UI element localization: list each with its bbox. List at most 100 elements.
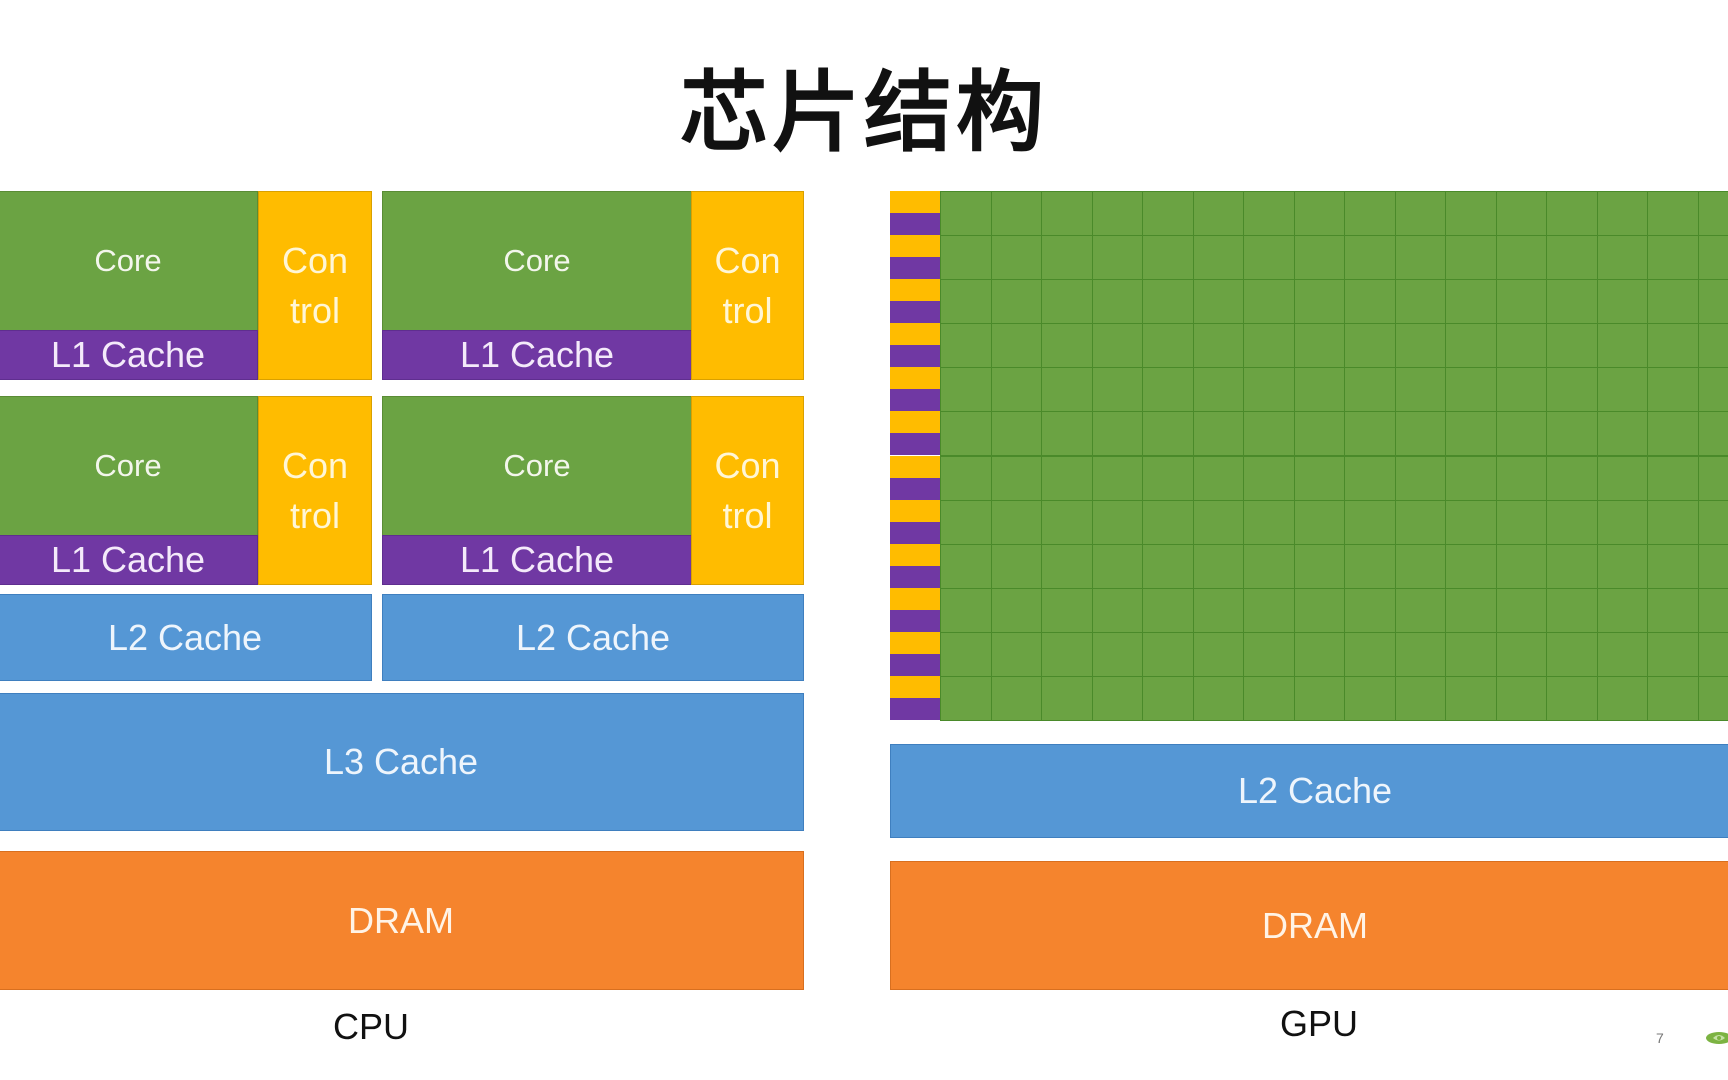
- gpu-core-cell: [990, 323, 1042, 369]
- gpu-core-cell: [1192, 675, 1244, 721]
- gpu-core-cell: [1495, 235, 1547, 281]
- gpu-core-cell: [1243, 367, 1295, 413]
- gpu-core-cell: [1041, 543, 1093, 589]
- gpu-core-cell: [1192, 631, 1244, 677]
- gpu-l1-cache-stripe: [890, 389, 940, 412]
- gpu-core-cell: [1192, 367, 1244, 413]
- gpu-l1-cache-stripe: [890, 433, 940, 456]
- gpu-core-cell: [1243, 499, 1295, 545]
- control-label-bottom: trol: [722, 494, 773, 536]
- gpu-core-cell: [1647, 367, 1699, 413]
- gpu-core-cell: [1192, 587, 1244, 633]
- gpu-core-cell: [1647, 279, 1699, 325]
- gpu-core-cell: [1445, 499, 1497, 545]
- gpu-core-cell: [1293, 191, 1345, 237]
- gpu-control-stripe: [890, 411, 940, 434]
- gpu-core-cell: [1647, 587, 1699, 633]
- gpu-core-cell: [1596, 411, 1648, 457]
- cpu-caption: CPU: [332, 1006, 409, 1047]
- gpu-core-cell: [1697, 367, 1728, 413]
- gpu-core-cell: [1596, 499, 1648, 545]
- gpu-core-cell: [1091, 323, 1143, 369]
- gpu-core-cell: [1091, 411, 1143, 457]
- gpu-core-cell: [1495, 499, 1547, 545]
- gpu-core-cell: [1243, 587, 1295, 633]
- gpu-core-cell: [940, 323, 992, 369]
- gpu-core-cell: [1091, 675, 1143, 721]
- gpu-core-cell: [1647, 543, 1699, 589]
- gpu-core-cell: [1697, 279, 1728, 325]
- gpu-control-stripe: [890, 323, 940, 346]
- cpu-dram: DRAM: [0, 851, 804, 990]
- gpu-core-cell: [1445, 235, 1497, 281]
- gpu-core-cell: [1091, 499, 1143, 545]
- gpu-core-cell: [1142, 675, 1194, 721]
- gpu-core-cell: [990, 675, 1042, 721]
- gpu-core-cell: [1293, 587, 1345, 633]
- gpu-core-cell: [1344, 411, 1396, 457]
- gpu-core-cell: [1142, 323, 1194, 369]
- gpu-core-cell: [1445, 279, 1497, 325]
- gpu-core-cell: [1293, 455, 1345, 501]
- cpu-l3-cache: L3 Cache: [0, 693, 804, 831]
- gpu-core-cell: [1697, 631, 1728, 677]
- gpu-core-cell: [1647, 455, 1699, 501]
- gpu-core-cell: [1546, 631, 1598, 677]
- gpu-core-cell: [1546, 587, 1598, 633]
- gpu-core-cell: [1344, 367, 1396, 413]
- gpu-control-stripe: [890, 367, 940, 390]
- gpu-core-cell: [1546, 191, 1598, 237]
- gpu-core-cell: [1596, 367, 1648, 413]
- gpu-core-cell: [990, 631, 1042, 677]
- gpu-l1-cache-stripe: [890, 697, 940, 720]
- cpu-control: Con trol: [691, 191, 804, 380]
- slide-title: 芯片结构: [679, 61, 1048, 164]
- cpu-l1-cache: L1 Cache: [0, 330, 258, 380]
- gpu-core-cell: [1243, 675, 1295, 721]
- gpu-core-cell: [990, 367, 1042, 413]
- gpu-core-cell: [940, 367, 992, 413]
- gpu-core-cell: [1495, 631, 1547, 677]
- gpu-core-cell: [940, 631, 992, 677]
- control-label-top: Con: [281, 239, 349, 281]
- control-label-bottom: trol: [289, 289, 340, 331]
- gpu-l2-cache: L2 Cache: [890, 744, 1728, 838]
- gpu-core-cell: [1394, 675, 1446, 721]
- gpu-core-cell: [1546, 543, 1598, 589]
- page-number: 7: [1656, 1030, 1664, 1046]
- gpu-core-cell: [1495, 411, 1547, 457]
- gpu-core-cell: [1596, 587, 1648, 633]
- gpu-core-cell: [990, 235, 1042, 281]
- gpu-core-cell: [1596, 279, 1648, 325]
- gpu-core-cell: [940, 191, 992, 237]
- gpu-core-cell: [1647, 235, 1699, 281]
- gpu-core-cell: [1293, 499, 1345, 545]
- gpu-core-cell: [1394, 191, 1446, 237]
- gpu-core-cell: [1091, 631, 1143, 677]
- gpu-core-cell: [1091, 367, 1143, 413]
- gpu-core-cell: [1445, 191, 1497, 237]
- gpu-core-cell: [1041, 675, 1093, 721]
- gpu-core-cell: [1495, 323, 1547, 369]
- gpu-core-cell: [990, 191, 1042, 237]
- gpu-core-cell: [1243, 279, 1295, 325]
- gpu-core-cell: [1394, 543, 1446, 589]
- gpu-l1-cache-stripe: [890, 521, 940, 544]
- gpu-core-cell: [1546, 367, 1598, 413]
- gpu-core-cell: [1192, 279, 1244, 325]
- control-label-bottom: trol: [289, 494, 340, 536]
- gpu-core-cell: [1596, 323, 1648, 369]
- gpu-l1-cache-stripe: [890, 477, 940, 500]
- gpu-core-cell: [1697, 587, 1728, 633]
- gpu-core-cell: [1344, 675, 1396, 721]
- gpu-control-stripe: [890, 631, 940, 654]
- gpu-control-stripe: [890, 455, 940, 478]
- gpu-core-cell: [1445, 411, 1497, 457]
- cpu-l1-cache: L1 Cache: [0, 535, 258, 585]
- gpu-core-cell: [1394, 279, 1446, 325]
- gpu-core-cell: [1495, 587, 1547, 633]
- nvidia-logo-icon: [1704, 1030, 1728, 1046]
- gpu-core-cell: [1445, 543, 1497, 589]
- control-label-top: Con: [281, 444, 349, 486]
- cpu-l1-cache: L1 Cache: [382, 330, 692, 380]
